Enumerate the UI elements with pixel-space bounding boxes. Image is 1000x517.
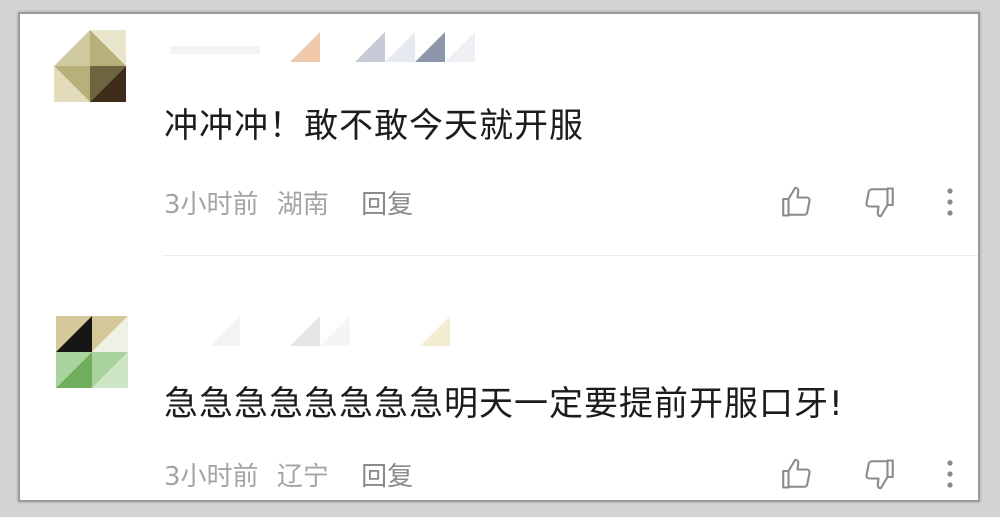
- more-vertical-icon[interactable]: [944, 182, 956, 222]
- comment-location: 湖南: [276, 190, 329, 220]
- avatar[interactable]: [56, 316, 128, 388]
- comment-text: 冲冲冲！敢不敢今天就开服: [164, 106, 584, 146]
- comment-actions: [776, 454, 956, 494]
- reply-button[interactable]: 回复: [361, 190, 413, 220]
- reply-button[interactable]: 回复: [361, 462, 413, 492]
- comment-meta: 3小时前 湖南 回复: [164, 184, 423, 221]
- avatar[interactable]: [54, 30, 126, 102]
- thumbs-up-icon[interactable]: [776, 454, 816, 494]
- thumbs-up-icon[interactable]: [776, 182, 816, 222]
- comment-item: 急急急急急急急急明天一定要提前开服口牙! 3小时前 辽宁 回复: [20, 264, 978, 500]
- comment-time: 3小时前: [164, 190, 259, 220]
- comment-item: 冲冲冲！敢不敢今天就开服 3小时前 湖南 回复: [20, 14, 978, 259]
- comment-meta: 3小时前 辽宁 回复: [164, 456, 423, 493]
- username-pixelated[interactable]: [170, 32, 490, 64]
- comment-list: 冲冲冲！敢不敢今天就开服 3小时前 湖南 回复 急急急急急急急急明天一定要提前开…: [18, 12, 980, 502]
- divider: [162, 255, 978, 256]
- thumbs-down-icon[interactable]: [860, 182, 900, 222]
- more-vertical-icon[interactable]: [944, 454, 956, 494]
- comment-time: 3小时前: [164, 462, 259, 492]
- comment-text: 急急急急急急急急明天一定要提前开服口牙!: [164, 384, 844, 424]
- comment-location: 辽宁: [276, 462, 329, 492]
- username-pixelated[interactable]: [170, 316, 470, 348]
- comment-actions: [776, 182, 956, 222]
- thumbs-down-icon[interactable]: [860, 454, 900, 494]
